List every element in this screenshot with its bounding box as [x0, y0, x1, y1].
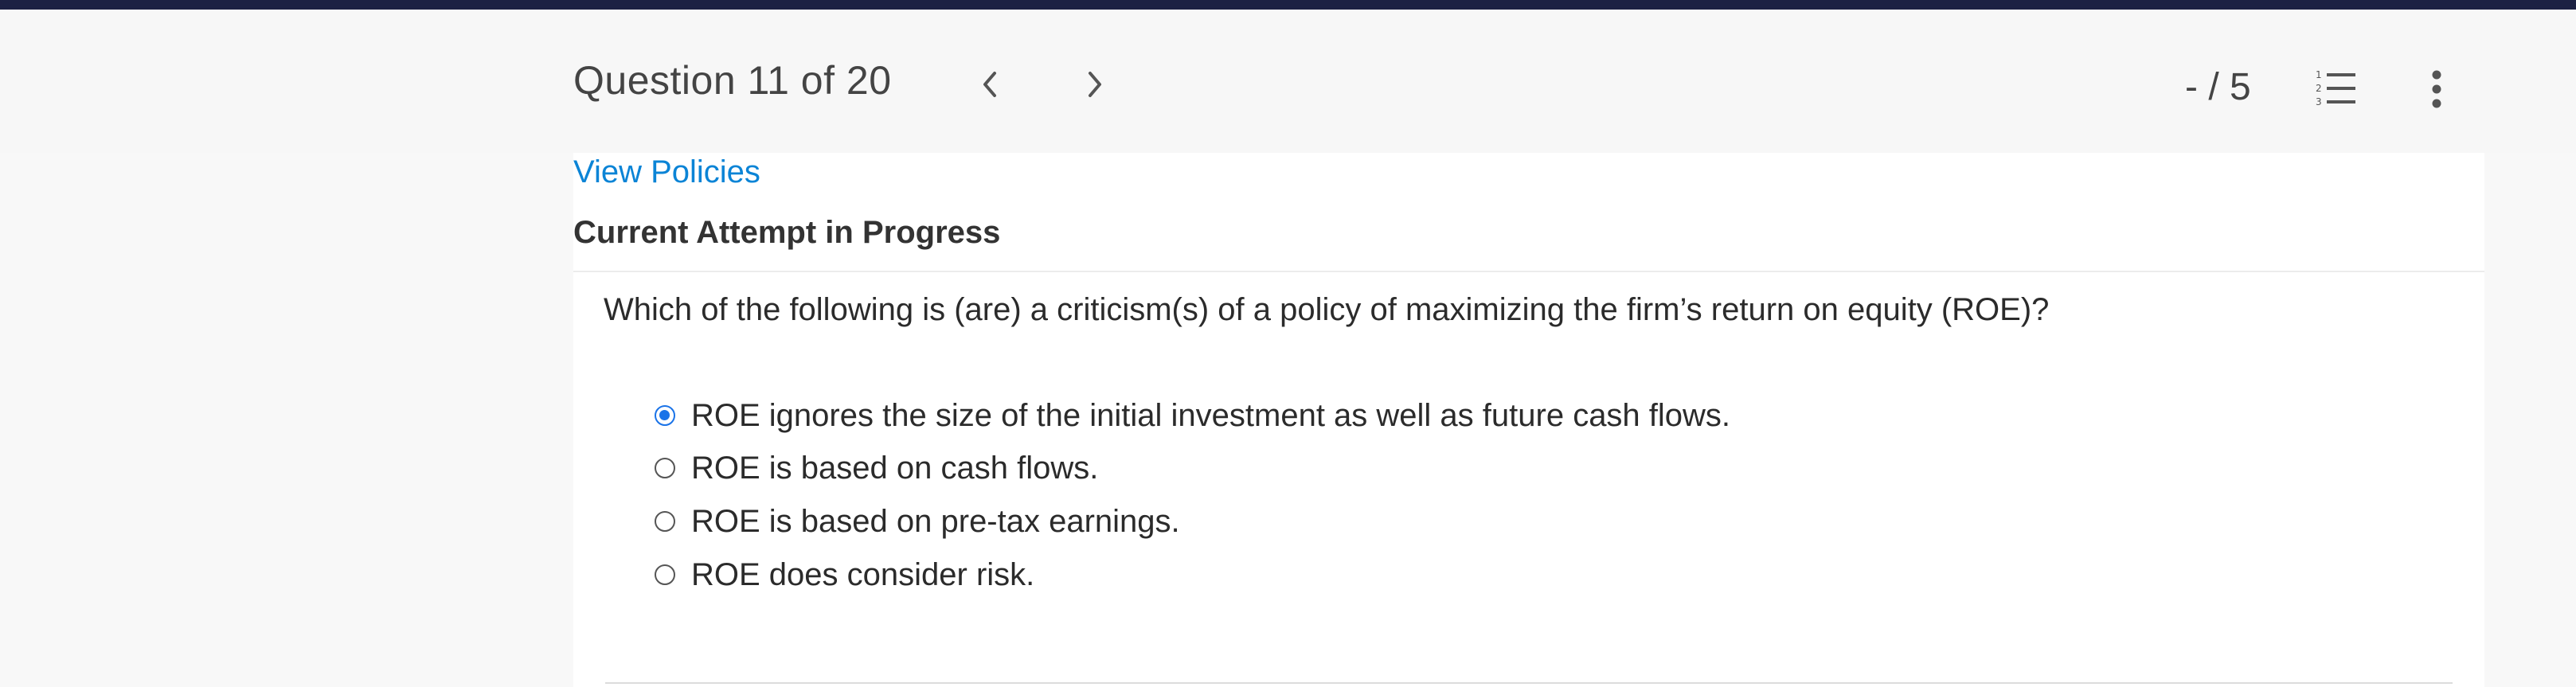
question-counter: Question 11 of 20 — [573, 58, 892, 103]
question-header: Question 11 of 20 - / 5 1 2 3 — [0, 10, 2576, 153]
answer-option-label: ROE is based on pre-tax earnings. — [691, 503, 1180, 539]
radio-button[interactable] — [655, 458, 675, 478]
svg-text:2: 2 — [2316, 83, 2322, 94]
numbered-list-icon: 1 2 3 — [2316, 69, 2355, 107]
bottom-divider — [605, 682, 2453, 684]
answer-option-label: ROE does consider risk. — [691, 556, 1035, 592]
answer-option-3[interactable]: ROE is based on pre-tax earnings. — [655, 498, 1180, 545]
svg-text:1: 1 — [2316, 69, 2322, 80]
score-display: - / 5 — [2185, 66, 2251, 108]
previous-question-button[interactable] — [967, 61, 1014, 108]
view-policies-link[interactable]: View Policies — [573, 154, 760, 190]
radio-button-selected[interactable] — [655, 405, 675, 426]
top-bar — [0, 0, 2576, 10]
answer-option-label: ROE ignores the size of the initial inve… — [691, 397, 1731, 433]
answer-option-label: ROE is based on cash flows. — [691, 450, 1099, 486]
more-vertical-icon — [2432, 70, 2441, 108]
chevron-left-icon — [983, 72, 996, 97]
question-text: Which of the following is (are) a critic… — [604, 292, 2050, 327]
answer-option-4[interactable]: ROE does consider risk. — [655, 551, 1034, 599]
question-content: View Policies Current Attempt in Progres… — [573, 153, 2484, 687]
attempt-status-heading: Current Attempt in Progress — [573, 215, 1001, 250]
answer-option-2[interactable]: ROE is based on cash flows. — [655, 444, 1098, 492]
more-options-button[interactable] — [2421, 67, 2453, 111]
svg-text:3: 3 — [2316, 96, 2322, 107]
answer-option-1[interactable]: ROE ignores the size of the initial inve… — [655, 392, 1730, 439]
radio-button[interactable] — [655, 511, 675, 532]
divider — [573, 271, 2484, 272]
question-list-button[interactable]: 1 2 3 — [2314, 67, 2359, 111]
chevron-right-icon — [1089, 72, 1101, 97]
next-question-button[interactable] — [1070, 61, 1118, 108]
radio-button[interactable] — [655, 564, 675, 585]
